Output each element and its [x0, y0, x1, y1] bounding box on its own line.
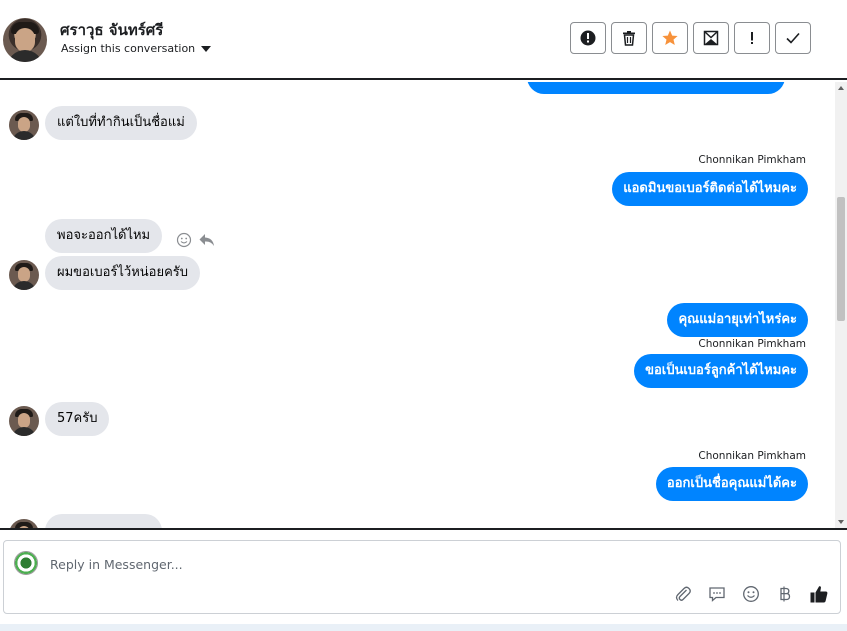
reply-composer [3, 540, 841, 614]
scroll-up-arrow-icon[interactable] [838, 86, 844, 90]
caret-down-icon [201, 45, 212, 52]
sender-name: Chonnikan Pimkham [698, 338, 806, 350]
check-icon [786, 32, 800, 44]
contact-avatar-small[interactable] [9, 110, 39, 140]
trash-icon [623, 31, 635, 46]
attachment-icon[interactable] [672, 583, 694, 605]
envelope-icon [703, 30, 719, 46]
thread-divider [0, 528, 847, 530]
baht-icon[interactable] [774, 583, 796, 605]
contact-avatar[interactable] [3, 18, 47, 62]
contact-avatar-small[interactable] [9, 406, 39, 436]
message-actions [176, 232, 215, 248]
reply-icon[interactable] [198, 232, 215, 248]
thumbs-up-icon[interactable] [808, 583, 830, 605]
message-bubble-clipped [45, 514, 162, 528]
incoming-message: 57ครับ [45, 402, 110, 436]
emoji-react-icon[interactable] [176, 232, 192, 248]
thread-scrollbar[interactable] [835, 82, 847, 528]
exclamation-icon [751, 32, 753, 44]
important-button[interactable] [734, 22, 770, 54]
conversation-toolbar [570, 22, 811, 54]
contact-avatar-small[interactable] [9, 519, 39, 528]
assign-conversation-dropdown[interactable]: Assign this conversation [61, 42, 212, 55]
star-button[interactable] [652, 22, 688, 54]
outgoing-message: ขอเป็นเบอร์ลูกค้าได้ไหมคะ [634, 354, 808, 388]
outgoing-message: แอดมินขอเบอร์ติดต่อได้ไหมคะ [612, 172, 808, 206]
reply-input[interactable] [48, 553, 752, 575]
contact-avatar-small[interactable] [9, 260, 39, 290]
outgoing-message: คุณแม่อายุเท่าไหร่คะ [667, 303, 808, 337]
scroll-thumb[interactable] [837, 197, 845, 321]
emoji-icon[interactable] [740, 583, 762, 605]
saved-reply-icon[interactable] [706, 583, 728, 605]
mark-unread-button[interactable] [693, 22, 729, 54]
message-thread[interactable]: แต่ใบที่ทำกินเป็นชื่อแม่ Chonnikan Pimkh… [0, 82, 847, 528]
sender-name: Chonnikan Pimkham [698, 450, 806, 462]
assign-label: Assign this conversation [61, 42, 196, 55]
delete-button[interactable] [611, 22, 647, 54]
incoming-message: พอจะออกได้ไหม [45, 219, 163, 253]
conversation-header: ศราวุธ จันทร์ศรี Assign this conversatio… [0, 0, 847, 80]
star-icon [662, 30, 678, 45]
alert-circle-icon [580, 30, 596, 46]
outgoing-message: ออกเป็นชื่อคุณแม่ได้คะ [655, 467, 808, 501]
spam-button[interactable] [570, 22, 606, 54]
scroll-down-arrow-icon[interactable] [838, 520, 844, 524]
incoming-message: ผมขอเบอร์ไว้หน่อยครับ [45, 256, 201, 290]
incoming-message: แต่ใบที่ทำกินเป็นชื่อแม่ [45, 106, 197, 140]
done-button[interactable] [775, 22, 811, 54]
bottom-strip [0, 624, 847, 631]
page-logo [14, 551, 38, 575]
reply-tools [672, 583, 830, 605]
sender-name: Chonnikan Pimkham [698, 154, 806, 166]
contact-name[interactable]: ศราวุธ จันทร์ศรี [60, 18, 163, 42]
message-bubble-clipped [527, 82, 785, 94]
